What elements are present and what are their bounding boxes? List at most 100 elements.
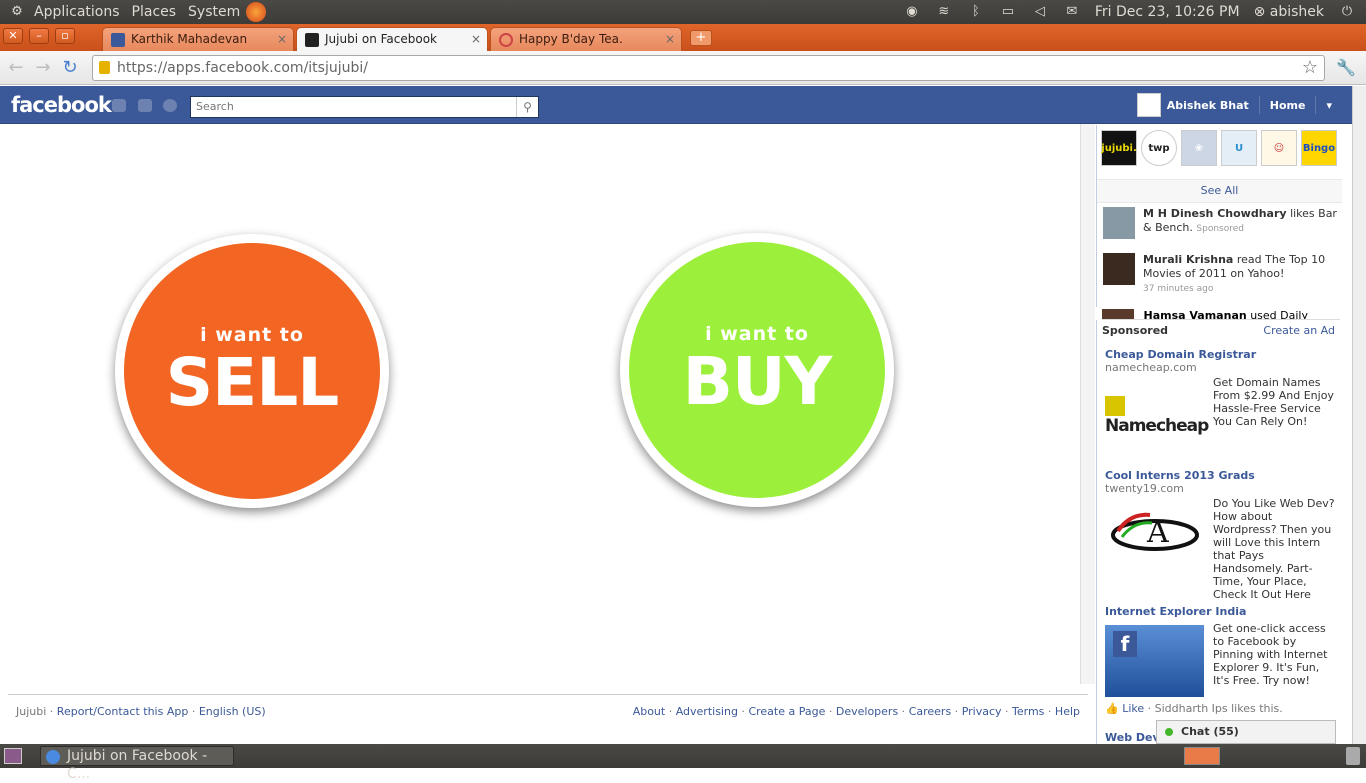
menu-applications[interactable]: Applications (34, 4, 120, 20)
trash-icon[interactable] (1346, 747, 1360, 765)
twenty19-logo[interactable]: A (1105, 503, 1205, 563)
show-desktop-icon[interactable] (4, 748, 22, 764)
mail-icon[interactable]: ✉ (1063, 5, 1081, 19)
volume-icon[interactable]: ◁ (1031, 5, 1049, 19)
canvas-scrollbar[interactable] (1080, 124, 1095, 684)
namecheap-mark-icon (1105, 396, 1125, 416)
footer-careers[interactable]: Careers (909, 705, 952, 718)
ad-body: Do You Like Web Dev? How about Wordpress… (1213, 497, 1335, 601)
battery-icon[interactable]: ▭ (999, 5, 1017, 19)
thumbs-up-icon: 👍 (1105, 702, 1119, 715)
notifications-icon[interactable] (163, 99, 177, 112)
bingo-app-icon[interactable]: Bingo (1301, 130, 1337, 166)
see-all-link[interactable]: See All (1097, 179, 1342, 203)
search-input[interactable]: Search ⚲ (190, 96, 539, 118)
page-footer: Jujubi · Report/Contact this App · Engli… (8, 694, 1088, 718)
ad-title[interactable]: Internet Explorer India (1105, 605, 1335, 618)
jujubi-app-icon[interactable]: jujubi. (1101, 130, 1137, 166)
friend-requests-icon[interactable] (112, 99, 126, 112)
language-link[interactable]: English (US) (199, 705, 266, 718)
browser-toolbar: ← → ↻ https://apps.facebook.com/itsjujub… (0, 51, 1366, 85)
namecheap-logo[interactable]: Namecheap (1105, 388, 1209, 436)
wifi-icon[interactable]: ≋ (935, 5, 953, 19)
chat-bar[interactable]: Chat (55) (1156, 720, 1336, 744)
footer-developers[interactable]: Developers (836, 705, 898, 718)
facebook-logo[interactable]: facebook (11, 93, 112, 117)
ie9-facebook-image[interactable]: f (1105, 625, 1204, 697)
divider (1258, 96, 1260, 114)
ticker-story[interactable]: M H Dinesh Chowdhary likes Bar & Bench. … (1103, 207, 1338, 239)
chrome-icon (46, 750, 60, 764)
facebook-favicon-icon (111, 33, 125, 47)
close-icon[interactable]: × (471, 28, 481, 50)
footer-create-page[interactable]: Create a Page (748, 705, 825, 718)
ubuntu-logo-icon[interactable]: ⚙ (8, 5, 26, 19)
wrench-menu-icon[interactable]: 🔧 (1336, 58, 1356, 77)
footer-terms[interactable]: Terms (1012, 705, 1044, 718)
ad-url: twenty19.com (1105, 482, 1184, 495)
profile-link[interactable]: Abishek Bhat (1167, 99, 1249, 112)
sell-big-text: SELL (165, 344, 340, 421)
close-icon[interactable]: × (665, 28, 675, 50)
avatar (1102, 309, 1134, 319)
messages-icon[interactable] (138, 99, 152, 112)
forward-button[interactable]: → (33, 58, 53, 78)
ad-item[interactable]: Cool Interns 2013 Grads twenty19.com A D… (1105, 469, 1335, 601)
tab-happy-bday[interactable]: Happy B'day Tea. × (490, 27, 682, 51)
buy-button[interactable]: i want to BUY (620, 233, 894, 507)
browser-tabstrip: ✕ – ▫ Karthik Mahadevan × Jujubi on Face… (0, 24, 1366, 51)
reload-button[interactable]: ↻ (60, 58, 80, 78)
address-bar[interactable]: https://apps.facebook.com/itsjujubi/ ☆ (92, 55, 1325, 81)
footer-help[interactable]: Help (1055, 705, 1080, 718)
menu-places[interactable]: Places (132, 4, 177, 20)
tab-jujubi[interactable]: Jujubi on Facebook × (296, 27, 488, 51)
search-icon[interactable]: ⚲ (516, 97, 538, 117)
create-ad-link[interactable]: Create an Ad (1263, 324, 1335, 337)
firefox-launcher-icon[interactable] (246, 2, 267, 22)
avatar (1103, 207, 1135, 239)
new-tab-button[interactable]: + (690, 30, 712, 46)
report-link[interactable]: Report/Contact this App (57, 705, 189, 718)
ticker-story-partial[interactable]: Hamsa Vamanan used Daily (1102, 309, 1340, 320)
taskbar-window-button[interactable]: Jujubi on Facebook - C... (40, 746, 234, 782)
like-link[interactable]: Like (1122, 702, 1144, 715)
ticker-story[interactable]: Murali Krishna read The Top 10 Movies of… (1103, 253, 1338, 296)
menu-system[interactable]: System (188, 4, 240, 20)
owl-app-icon[interactable]: U (1221, 130, 1257, 166)
sell-button[interactable]: i want to SELL (115, 234, 389, 508)
back-button[interactable]: ← (6, 58, 26, 78)
close-icon[interactable]: × (277, 28, 287, 50)
page-scrollbar[interactable] (1352, 86, 1366, 744)
workspace-switcher[interactable] (1184, 747, 1220, 765)
window-maximize-button[interactable]: ▫ (55, 28, 75, 44)
home-link[interactable]: Home (1270, 99, 1306, 112)
sell-circle: i want to SELL (124, 243, 380, 499)
bookmark-star-icon[interactable]: ☆ (1302, 56, 1318, 80)
power-icon[interactable]: ⏻ (1338, 5, 1356, 19)
lock-icon (99, 61, 110, 74)
system-panel: ⚙ Applications Places System ◉ ≋ ᛒ ▭ ◁ ✉… (0, 0, 1366, 24)
footer-about[interactable]: About (633, 705, 666, 718)
ad-item[interactable]: Cheap Domain Registrar namecheap.com Nam… (1105, 348, 1335, 436)
twp-app-icon[interactable]: twp (1141, 130, 1177, 166)
cartoon-app-icon[interactable]: ☺ (1261, 130, 1297, 166)
clock[interactable]: Fri Dec 23, 10:26 PM (1095, 4, 1240, 20)
footer-advertising[interactable]: Advertising (676, 705, 738, 718)
settings-app-icon[interactable]: ❀ (1181, 130, 1217, 166)
sponsored-heading: Sponsored (1102, 324, 1169, 337)
ad-item[interactable]: Internet Explorer India f Get one-click … (1105, 605, 1335, 697)
taskbar: Jujubi on Facebook - C... (0, 744, 1366, 782)
ad-title[interactable]: Cool Interns 2013 Grads (1105, 469, 1335, 482)
footer-privacy[interactable]: Privacy (962, 705, 1002, 718)
tab-karthik[interactable]: Karthik Mahadevan × (102, 27, 294, 51)
ad-title[interactable]: Cheap Domain Registrar (1105, 348, 1335, 361)
bluetooth-icon[interactable]: ᛒ (967, 5, 985, 19)
chrome-tray-icon[interactable]: ◉ (903, 5, 921, 19)
window-close-button[interactable]: ✕ (3, 28, 23, 44)
ad-like: 👍 Like · Siddharth Ips likes this. (1105, 702, 1283, 715)
chat-online-icon (1165, 728, 1173, 736)
window-minimize-button[interactable]: – (29, 28, 49, 44)
user-menu[interactable]: ⊗ abishek (1254, 4, 1324, 20)
account-menu-icon[interactable]: ▾ (1326, 99, 1332, 112)
avatar[interactable] (1136, 93, 1161, 117)
